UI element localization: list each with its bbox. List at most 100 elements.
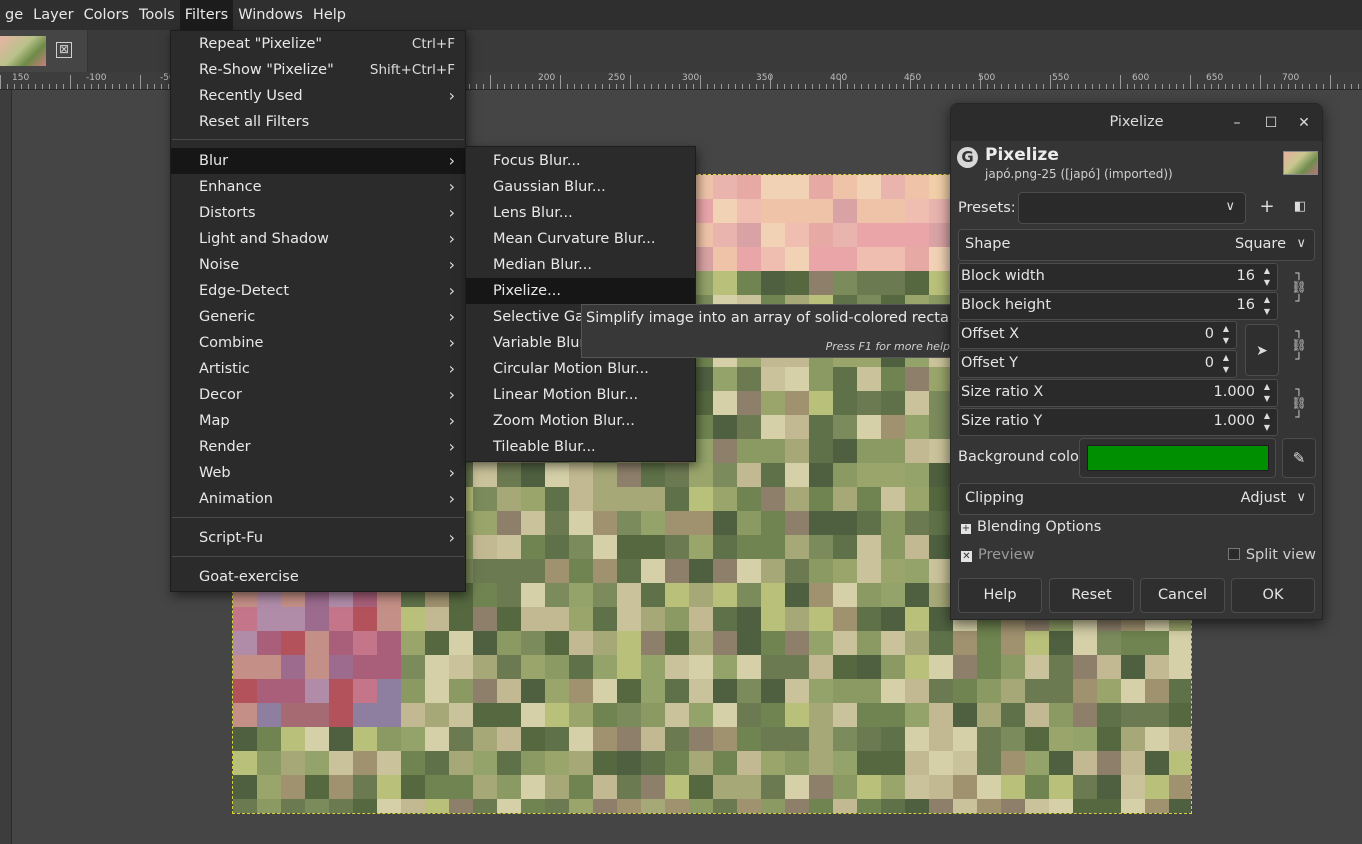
blur-item-median-blur[interactable]: Median Blur... [466,252,695,278]
menu-tools[interactable]: Tools [134,0,180,30]
ruler-label: 700 [1282,73,1300,83]
block-height-spinner[interactable]: Block height 16 ▲ ▼ [958,292,1278,320]
shape-dropdown[interactable]: Shape Square ∨ [958,229,1315,261]
menu-image[interactable]: ge [0,0,28,30]
spinner-arrows-icon: ▲ ▼ [1222,353,1230,374]
menu-item-animation[interactable]: Animation › [171,486,465,512]
ruler-label: 550 [1052,73,1070,83]
blur-item-circular-motion-blur[interactable]: Circular Motion Blur... [466,356,695,382]
blur-item-focus-blur[interactable]: Focus Blur... [466,148,695,174]
clipping-dropdown[interactable]: Clipping Adjust ∨ [958,483,1315,515]
blur-item-linear-motion-blur[interactable]: Linear Motion Blur... [466,382,695,408]
spinner-arrows-icon: ▲ ▼ [1263,411,1271,432]
submenu-arrow-icon: › [448,463,455,482]
chevron-down-icon: ∨ [1296,236,1306,251]
submenu-arrow-icon: › [448,359,455,378]
chevron-down-icon: ∨ [1225,199,1235,214]
submenu-arrow-icon: › [448,229,455,248]
submenu-arrow-icon: › [448,177,455,196]
offset-y-spinner[interactable]: Offset Y 0 ▲ ▼ [958,350,1237,378]
menu-item-generic[interactable]: Generic › [171,304,465,330]
reset-button[interactable]: Reset [1049,578,1134,613]
ruler-label: 150 [12,73,30,83]
menu-item-distorts[interactable]: Distorts › [171,200,465,226]
blur-item-tileable-blur[interactable]: Tileable Blur... [466,434,695,460]
menu-item-reshow-pixelize[interactable]: Re-Show "Pixelize" Shift+Ctrl+F [171,57,465,83]
chain-link-icon[interactable]: ┐ ⛓ ┘ [1291,324,1307,376]
spinner-arrows-icon: ▲ ▼ [1263,382,1271,403]
submenu-arrow-icon: › [448,307,455,326]
ruler-label: 250 [608,73,626,83]
menu-item-map[interactable]: Map › [171,408,465,434]
spinner-arrows-icon: ▲ ▼ [1263,295,1271,316]
menu-layer[interactable]: Layer [28,0,78,30]
ruler-label: 400 [830,73,848,83]
blur-item-gaussian-blur[interactable]: Gaussian Blur... [466,174,695,200]
background-color-button[interactable] [1079,438,1276,478]
blending-options-expander[interactable]: + Blending Options [961,519,1101,535]
menu-item-enhance[interactable]: Enhance › [171,174,465,200]
menu-item-reset-all-filters[interactable]: Reset all Filters [171,109,465,135]
preview-checkbox[interactable]: ✕ Preview [961,547,1034,563]
spinner-arrows-icon: ▲ ▼ [1222,324,1230,345]
tooltip: Simplify image into an array of solid-co… [581,304,988,358]
size-ratio-x-spinner[interactable]: Size ratio X 1.000 ▲ ▼ [958,379,1278,407]
pointer-pick-icon[interactable]: ➤ [1245,324,1279,376]
background-color-swatch [1087,445,1269,471]
chain-link-icon[interactable]: ┐ ⛓ ┘ [1291,266,1307,318]
ruler-label: 450 [904,73,922,83]
tooltip-hint: Press F1 for more help [825,340,950,353]
close-icon[interactable]: ⊠ [56,42,72,58]
dialog-titlebar[interactable]: Pixelize – ☐ ✕ [951,104,1322,141]
close-icon[interactable]: ✕ [1294,113,1314,133]
split-view-checkbox[interactable]: Split view [1227,547,1316,563]
menu-windows[interactable]: Windows [233,0,308,30]
menu-item-goat-exercise[interactable]: Goat-exercise [171,564,465,590]
menu-item-blur[interactable]: Blur › [171,148,465,174]
blur-item-mean-curvature-blur[interactable]: Mean Curvature Blur... [466,226,695,252]
menu-item-repeat-pixelize[interactable]: Repeat "Pixelize" Ctrl+F [171,31,465,57]
preset-menu-icon[interactable]: ◧ [1288,195,1312,219]
chain-link-icon[interactable]: ┐ ⛓ ┘ [1291,382,1307,434]
menu-separator [172,517,464,518]
add-preset-icon[interactable]: + [1255,195,1279,219]
blur-item-pixelize[interactable]: Pixelize... [466,278,695,304]
menu-item-recently-used[interactable]: Recently Used › [171,83,465,109]
blur-item-zoom-motion-blur[interactable]: Zoom Motion Blur... [466,408,695,434]
maximize-icon[interactable]: ☐ [1261,113,1281,133]
submenu-arrow-icon: › [448,203,455,222]
spinner-arrows-icon: ▲ ▼ [1263,266,1271,287]
blur-item-lens-blur[interactable]: Lens Blur... [466,200,695,226]
ok-button[interactable]: OK [1231,578,1315,613]
help-button[interactable]: Help [958,578,1042,613]
menu-help[interactable]: Help [308,0,351,30]
menu-item-noise[interactable]: Noise › [171,252,465,278]
submenu-arrow-icon: › [448,528,455,547]
submenu-arrow-icon: › [448,411,455,430]
vertical-ruler[interactable] [0,90,12,844]
menu-item-light-and-shadow[interactable]: Light and Shadow › [171,226,465,252]
presets-dropdown[interactable]: ∨ [1018,192,1246,224]
gegl-logo-icon: G [957,147,978,168]
menu-item-edge-detect[interactable]: Edge-Detect › [171,278,465,304]
image-tab[interactable]: ⊠ [0,30,88,72]
menu-item-decor[interactable]: Decor › [171,382,465,408]
cancel-button[interactable]: Cancel [1140,578,1225,613]
menu-item-combine[interactable]: Combine › [171,330,465,356]
submenu-arrow-icon: › [448,255,455,274]
offset-x-spinner[interactable]: Offset X 0 ▲ ▼ [958,321,1237,349]
menu-item-script-fu[interactable]: Script-Fu › [171,525,465,551]
block-width-spinner[interactable]: Block width 16 ▲ ▼ [958,263,1278,291]
menu-filters[interactable]: Filters [179,0,234,30]
ruler-label: 600 [1132,73,1150,83]
dialog-heading: Pixelize [985,145,1059,165]
menu-colors[interactable]: Colors [79,0,134,30]
menu-item-artistic[interactable]: Artistic › [171,356,465,382]
submenu-arrow-icon: › [448,333,455,352]
size-ratio-y-spinner[interactable]: Size ratio Y 1.000 ▲ ▼ [958,408,1278,436]
menu-item-render[interactable]: Render › [171,434,465,460]
minimize-icon[interactable]: – [1227,113,1247,133]
menubar: ge Layer Colors Tools Filters Windows He… [0,0,1362,30]
color-picker-icon[interactable]: ✎ [1282,438,1316,478]
menu-item-web[interactable]: Web › [171,460,465,486]
